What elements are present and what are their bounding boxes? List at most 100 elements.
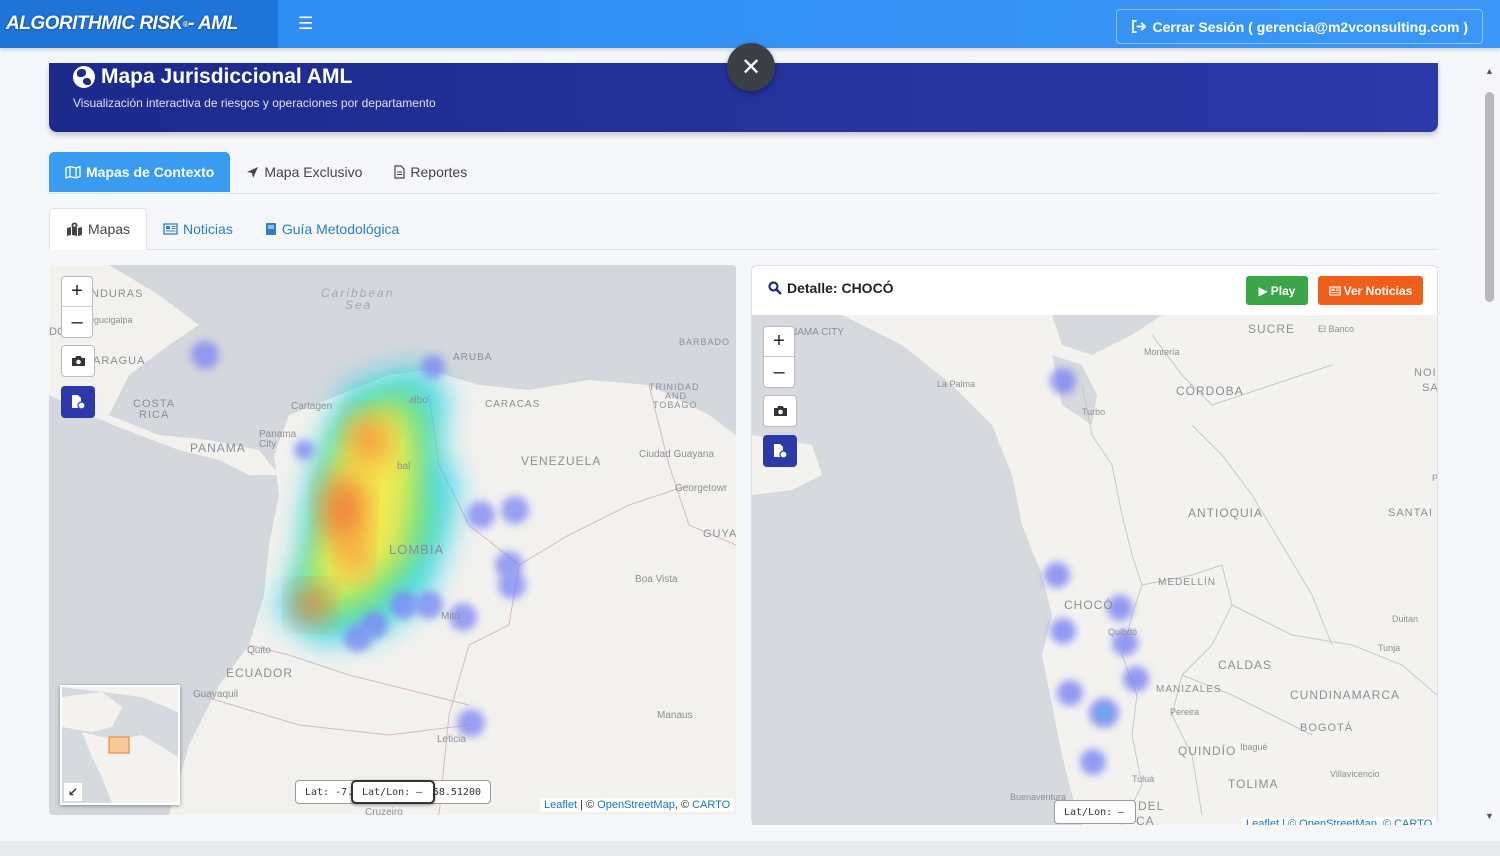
map-icon: [65, 165, 81, 179]
tab-label: Guía Metodológica: [281, 221, 400, 237]
play-label: Play: [1270, 283, 1296, 298]
file-export-icon: [774, 444, 788, 459]
play-button[interactable]: ▶ Play: [1246, 276, 1308, 305]
detail-zoom-in-button[interactable]: +: [764, 327, 794, 357]
page-subtitle: Visualización interactiva de riesgos y o…: [73, 96, 436, 110]
sub-tabs: Mapas Noticias Guía Metodológica: [49, 208, 1438, 250]
hamburger-icon[interactable]: ☰: [298, 14, 313, 34]
screenshot-button[interactable]: [61, 345, 95, 377]
label-caracas: CARACAS: [485, 399, 540, 410]
scroll-down-icon[interactable]: ▼: [1485, 811, 1494, 821]
tab-label: Mapas: [88, 221, 131, 237]
tab-label: Mapas de Contexto: [86, 164, 215, 180]
label-cundinamarca: CUNDINAMARCA: [1290, 688, 1400, 702]
search-icon: [768, 281, 782, 295]
scrollbar-thumb[interactable]: [1485, 92, 1494, 302]
newspaper-icon: [1328, 285, 1341, 296]
label-cordoba: CÓRDOBA: [1176, 383, 1244, 398]
tab-label: Reportes: [410, 164, 468, 180]
attribution-sep: | ©: [577, 799, 598, 811]
tab-noticias[interactable]: Noticias: [147, 208, 249, 250]
detail-basemap: NAMA CITY SUCRE El Banco Montería La Pal…: [752, 315, 1437, 825]
ver-noticias-label: Ver Noticias: [1343, 283, 1413, 298]
globe-icon: [73, 66, 95, 88]
location-arrow-icon: [247, 166, 259, 178]
brand-suffix: - AML: [188, 13, 238, 34]
tab-mapas[interactable]: Mapas: [49, 208, 148, 250]
coord-tail-text: 58.51200: [432, 786, 481, 798]
label-georgetown: Georgetowr: [675, 483, 728, 494]
label-colombia: LOMBIA: [389, 542, 444, 557]
export-pdf-button[interactable]: [61, 386, 95, 418]
ver-noticias-button[interactable]: Ver Noticias: [1318, 276, 1423, 305]
tab-mapas-de-contexto[interactable]: Mapas de Contexto: [49, 152, 231, 192]
label-costa-rica-2: RICA: [139, 409, 169, 421]
brand-name: ALGORITHMIC RISK: [6, 13, 183, 34]
attribution-sep-2: , ©: [674, 799, 693, 811]
logout-button[interactable]: Cerrar Sesión ( gerencia@m2vconsulting.c…: [1116, 9, 1483, 44]
main-tabs: Mapas de Contexto Mapa Exclusivo Reporte…: [49, 152, 1438, 194]
zoom-control: + –: [61, 276, 93, 338]
coord-lat-text: Lat: -7.: [305, 786, 354, 798]
detail-zoom-out-button[interactable]: –: [764, 357, 794, 387]
camera-icon: [773, 406, 787, 416]
latlon-readout: Lat/Lon: –: [351, 780, 435, 804]
minimap-toggle-icon[interactable]: ↙: [64, 783, 82, 801]
minimap[interactable]: ↙: [60, 685, 180, 805]
label-ibague: Ibagué: [1240, 742, 1268, 752]
brand-logo[interactable]: ALGORITHMIC RISK ® - AML: [0, 0, 278, 48]
detail-zoom-control: + –: [763, 326, 795, 388]
zoom-out-button[interactable]: –: [62, 307, 92, 337]
label-venezuela: VENEZUELA: [521, 454, 601, 468]
file-export-icon: [72, 395, 86, 410]
label-duitama: Duitan: [1392, 614, 1418, 624]
label-cartagena: Cartagen: [291, 401, 332, 412]
label-manizales: MANIZALES: [1156, 684, 1222, 695]
label-caldas: CALDAS: [1218, 658, 1272, 672]
label-p: P: [1432, 473, 1437, 483]
label-monteria: Montería: [1144, 347, 1180, 357]
close-button[interactable]: ✕: [727, 43, 775, 91]
label-panama: PANAMA: [190, 441, 246, 455]
label-nicaragua: ARAGUA: [93, 355, 145, 367]
sign-out-icon: [1132, 20, 1147, 33]
newspaper-icon: [163, 223, 178, 235]
page-title-text: Mapa Jurisdiccional AML: [101, 65, 353, 88]
tab-guia-metodologica[interactable]: Guía Metodológica: [249, 208, 416, 250]
label-boa-vista: Boa Vista: [635, 574, 678, 585]
file-icon: [394, 165, 406, 179]
zoom-in-button[interactable]: +: [62, 277, 92, 307]
tab-label: Mapa Exclusivo: [264, 164, 363, 180]
label-sucre: SUCRE: [1248, 322, 1295, 336]
detail-latlon-text: Lat/Lon: –: [1064, 806, 1125, 818]
detail-map-attribution: Leaflet | © OpenStreetMap, © CARTO: [1242, 817, 1437, 825]
scroll-up-icon[interactable]: ▲: [1485, 66, 1494, 76]
label-tunja: Tunja: [1378, 643, 1400, 653]
carto-link[interactable]: CARTO: [692, 799, 730, 811]
department-detail-map[interactable]: NAMA CITY SUCRE El Banco Montería La Pal…: [752, 315, 1437, 825]
label-mitu: Mitú: [441, 611, 460, 622]
label-tegucigalpa: egucigalpa: [89, 315, 133, 325]
label-norte-2: SAN: [1422, 382, 1437, 394]
leaflet-link[interactable]: Leaflet: [544, 799, 577, 811]
tab-reportes[interactable]: Reportes: [378, 152, 483, 192]
label-santander: SANTAI: [1388, 507, 1433, 519]
label-trinidad-3: TOBAGO: [653, 400, 697, 410]
detail-screenshot-button[interactable]: [763, 395, 797, 427]
osm-link[interactable]: OpenStreetMap: [597, 799, 675, 811]
label-guayaquil: Guayaquil: [193, 689, 238, 700]
map-attribution: Leaflet | © OpenStreetMap, © CARTO: [540, 798, 735, 812]
page-scrollbar[interactable]: ▲ ▼: [1480, 60, 1500, 830]
tab-mapa-exclusivo[interactable]: Mapa Exclusivo: [230, 152, 378, 192]
context-heatmap[interactable]: NDURAS egucigalpa Caribbean Sea DC ARAGU…: [49, 265, 736, 815]
label-panama-city-2: City: [259, 439, 276, 450]
logout-label: Cerrar Sesión ( gerencia@m2vconsulting.c…: [1152, 18, 1468, 35]
book-icon: [265, 223, 276, 235]
label-barbados: BARBADO: [679, 337, 730, 347]
label-cruzeiro: Cruzeiro: [365, 807, 403, 815]
tab-label: Noticias: [183, 221, 233, 237]
detail-export-pdf-button[interactable]: [763, 435, 797, 467]
label-turbo: Turbo: [1082, 407, 1105, 417]
label-norte-1: NOI: [1414, 367, 1437, 379]
label-ciudad-guayana: Ciudad Guayana: [639, 449, 714, 460]
